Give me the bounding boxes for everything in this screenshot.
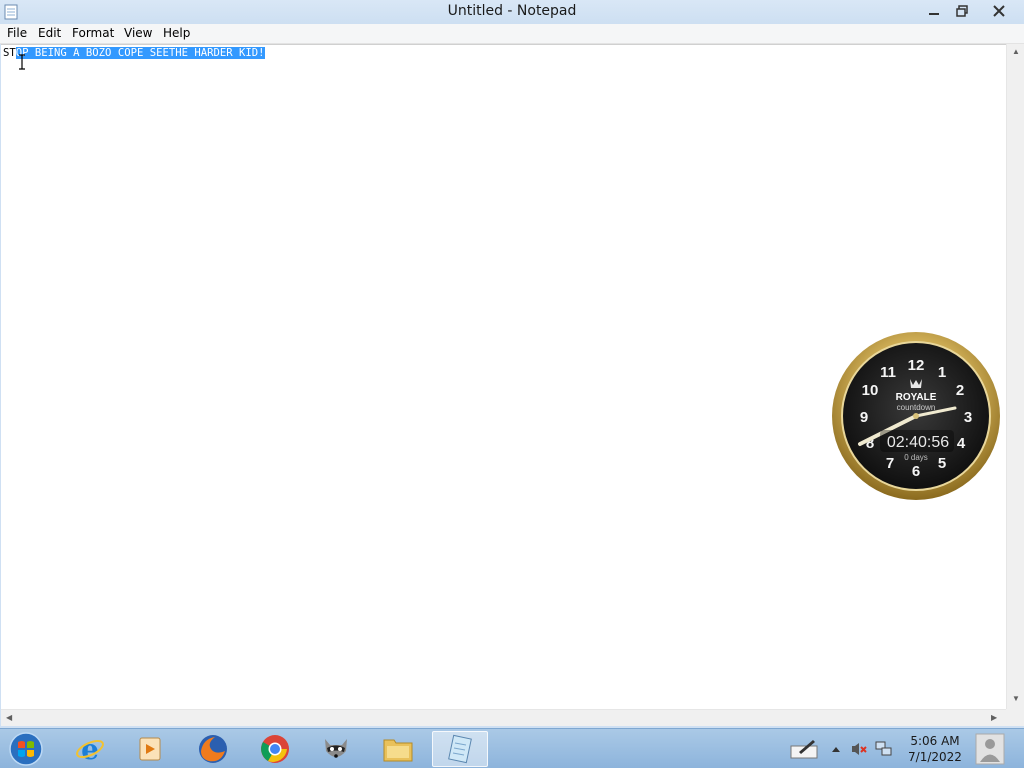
scroll-down-icon[interactable]: ▼: [1012, 694, 1020, 703]
ibeam-cursor-icon: [19, 54, 25, 70]
taskbar-clock[interactable]: 5:06 AM 7/1/2022: [904, 733, 966, 765]
taskbar-firefox[interactable]: [185, 731, 241, 767]
taskbar-media-player[interactable]: [122, 731, 178, 767]
chevron-up-icon: [832, 747, 840, 752]
file-explorer-icon: [383, 739, 413, 762]
numeral-3: 3: [964, 409, 972, 426]
countdown-days: 0 days: [904, 453, 928, 462]
numeral-1: 1: [938, 364, 946, 381]
taskbar-file-explorer[interactable]: [370, 731, 426, 767]
minimize-button[interactable]: [920, 0, 948, 22]
raccoon-app-icon: [325, 739, 347, 758]
numeral-6: 6: [912, 463, 920, 480]
countdown-time: 02:40:56: [887, 434, 949, 451]
menu-edit[interactable]: Edit: [38, 26, 61, 40]
menu-bar: File Edit Format View Help: [0, 24, 1024, 44]
internet-explorer-icon: e: [76, 734, 104, 764]
user-avatar-icon: [975, 733, 1005, 765]
media-player-icon: [139, 737, 161, 761]
title-bar[interactable]: Untitled - Notepad: [0, 0, 1024, 24]
chrome-icon: [261, 735, 289, 763]
editor-content[interactable]: STOP BEING A BOZO COPE SEETHE HARDER KID…: [3, 47, 265, 59]
menu-format[interactable]: Format: [72, 26, 114, 40]
tray-network[interactable]: [872, 729, 896, 768]
tray-volume[interactable]: [848, 729, 870, 768]
numeral-5: 5: [938, 455, 946, 472]
minimize-icon: [929, 13, 939, 15]
clock-time: 5:06 AM: [910, 734, 960, 748]
menu-file[interactable]: File: [7, 26, 27, 40]
gadget-face: 12 1 2 3 4 5 6 7 8 9 10 11 ROYALE countd…: [832, 332, 1000, 500]
numeral-12: 12: [908, 357, 925, 374]
unselected-text: ST: [3, 47, 16, 59]
restore-icon: [956, 5, 968, 17]
scrollbar-corner: [1006, 709, 1024, 726]
countdown-clock-gadget[interactable]: 12 1 2 3 4 5 6 7 8 9 10 11 ROYALE countd…: [830, 330, 1002, 502]
user-account-button[interactable]: [972, 729, 1008, 768]
restore-button[interactable]: [948, 0, 976, 22]
firefox-icon: [199, 735, 227, 763]
windows-orb-icon: [9, 732, 43, 766]
taskbar-internet-explorer[interactable]: e: [62, 731, 118, 767]
numeral-9: 9: [860, 409, 868, 426]
scroll-up-icon[interactable]: ▲: [1012, 47, 1020, 56]
vertical-scrollbar[interactable]: ▲ ▼: [1006, 44, 1024, 709]
taskbar-notepad[interactable]: [432, 731, 488, 767]
menu-help[interactable]: Help: [163, 26, 190, 40]
svg-text:e: e: [81, 734, 99, 764]
numeral-11: 11: [880, 364, 896, 381]
volume-muted-icon: [852, 743, 867, 755]
show-hidden-icons-button[interactable]: [828, 729, 844, 768]
start-button[interactable]: [6, 731, 46, 767]
notepad-icon: [448, 734, 472, 764]
gadget-subtitle: countdown: [897, 403, 936, 412]
gadget-brand: ROYALE: [896, 392, 937, 403]
scroll-left-icon[interactable]: ◀: [6, 713, 12, 722]
selected-text: OP BEING A BOZO COPE SEETHE HARDER KID!: [15, 47, 265, 59]
numeral-4: 4: [957, 435, 966, 452]
network-icon: [875, 741, 892, 756]
clock-date: 7/1/2022: [908, 750, 962, 764]
taskbar: e 5:06 AM 7/1/2022: [0, 728, 1024, 768]
numeral-2: 2: [956, 382, 964, 399]
menu-view[interactable]: View: [124, 26, 152, 40]
scroll-right-icon[interactable]: ▶: [991, 713, 997, 722]
close-button[interactable]: [976, 0, 1022, 22]
taskbar-raccoon-app[interactable]: [308, 731, 364, 767]
taskbar-chrome[interactable]: [247, 731, 303, 767]
numeral-7: 7: [886, 455, 894, 472]
pen-keyboard-icon: [790, 740, 818, 759]
numeral-10: 10: [862, 382, 879, 399]
horizontal-scrollbar[interactable]: ◀ ▶: [1, 709, 1006, 726]
tray-pen-input[interactable]: [786, 729, 822, 768]
close-icon: [993, 5, 1005, 17]
window-title: Untitled - Notepad: [447, 3, 577, 19]
